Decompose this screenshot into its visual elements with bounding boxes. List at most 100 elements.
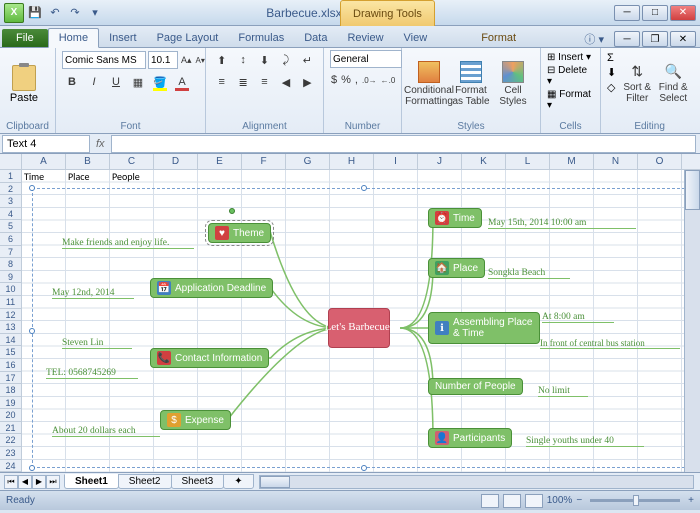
qat-customize-icon[interactable]: ▾ bbox=[86, 4, 104, 22]
minimize-button[interactable]: ─ bbox=[614, 5, 640, 21]
annot-place[interactable]: Songkla Beach bbox=[488, 268, 570, 278]
percent-icon[interactable]: % bbox=[340, 70, 352, 90]
tab-page-layout[interactable]: Page Layout bbox=[147, 29, 229, 47]
sheet-nav-first[interactable]: ⏮ bbox=[4, 475, 18, 489]
comma-icon[interactable]: , bbox=[354, 70, 359, 90]
cells-delete-button[interactable]: ⊟ Delete ▾ bbox=[547, 65, 594, 87]
tab-format[interactable]: Format bbox=[471, 29, 526, 47]
node-assembling[interactable]: ℹAssembling Place & Time bbox=[428, 312, 540, 344]
node-deadline[interactable]: 📅Application Deadline bbox=[150, 278, 273, 298]
node-contact[interactable]: 📞Contact Information bbox=[150, 348, 269, 368]
sheet-nav-last[interactable]: ⏭ bbox=[46, 475, 60, 489]
fill-button[interactable]: ⬇ bbox=[607, 66, 616, 79]
close-button[interactable]: ✕ bbox=[670, 5, 696, 21]
align-right-icon[interactable]: ≡ bbox=[255, 72, 274, 92]
col-header[interactable]: O bbox=[638, 154, 682, 169]
tab-home[interactable]: Home bbox=[48, 28, 99, 48]
col-header[interactable]: J bbox=[418, 154, 462, 169]
decrease-indent-icon[interactable]: ◀ bbox=[276, 72, 295, 92]
underline-button[interactable]: U bbox=[106, 72, 126, 92]
annot-contact-name[interactable]: Steven Lin bbox=[62, 338, 132, 348]
align-left-icon[interactable]: ≡ bbox=[212, 72, 231, 92]
formula-input[interactable] bbox=[111, 135, 696, 153]
sheet-tab-3[interactable]: Sheet3 bbox=[171, 474, 225, 489]
node-theme[interactable]: ♥Theme bbox=[208, 223, 271, 243]
zoom-thumb[interactable] bbox=[633, 495, 639, 506]
vscroll-thumb[interactable] bbox=[685, 170, 700, 210]
increase-decimal-icon[interactable]: .0→ bbox=[361, 70, 378, 90]
annot-time[interactable]: May 15th, 2014 10:00 am bbox=[488, 218, 636, 228]
col-header[interactable]: D bbox=[154, 154, 198, 169]
resize-handle[interactable] bbox=[361, 185, 367, 191]
annot-people[interactable]: No limit bbox=[538, 386, 588, 396]
find-select-button[interactable]: 🔍Find & Select bbox=[654, 50, 692, 118]
sheet-tab-2[interactable]: Sheet2 bbox=[118, 474, 172, 489]
view-page-layout-icon[interactable] bbox=[503, 494, 521, 508]
resize-handle[interactable] bbox=[29, 465, 35, 471]
zoom-out-button[interactable]: − bbox=[576, 495, 582, 506]
fx-icon[interactable]: fx bbox=[90, 138, 111, 150]
col-header[interactable]: I bbox=[374, 154, 418, 169]
sort-filter-button[interactable]: ⇅Sort & Filter bbox=[620, 50, 654, 118]
cell-c1[interactable]: People bbox=[112, 170, 140, 183]
tab-review[interactable]: Review bbox=[337, 29, 393, 47]
col-header[interactable]: A bbox=[22, 154, 66, 169]
annot-assem-time[interactable]: At 8:00 am bbox=[542, 312, 614, 322]
conditional-formatting-button[interactable]: Conditional Formatting bbox=[408, 50, 450, 118]
resize-handle[interactable] bbox=[29, 328, 35, 334]
increase-indent-icon[interactable]: ▶ bbox=[298, 72, 317, 92]
cell-area[interactable]: Time Place People bbox=[22, 170, 700, 472]
font-family-select[interactable] bbox=[62, 51, 146, 69]
col-header[interactable]: H bbox=[330, 154, 374, 169]
annot-participants[interactable]: Single youths under 40 bbox=[526, 436, 644, 446]
fill-color-button[interactable]: 🪣 bbox=[150, 72, 170, 92]
new-sheet-button[interactable]: ✦ bbox=[223, 474, 253, 489]
workbook-restore[interactable]: ❐ bbox=[642, 31, 668, 47]
hscroll-thumb[interactable] bbox=[260, 476, 290, 488]
tab-data[interactable]: Data bbox=[294, 29, 337, 47]
grow-font-icon[interactable]: A▴ bbox=[180, 50, 193, 70]
excel-icon[interactable]: X bbox=[4, 3, 24, 23]
sheet-nav-prev[interactable]: ◀ bbox=[18, 475, 32, 489]
node-time[interactable]: ⏰Time bbox=[428, 208, 482, 228]
node-people[interactable]: Number of People bbox=[428, 378, 523, 395]
col-header[interactable]: B bbox=[66, 154, 110, 169]
annot-assem-place[interactable]: In front of central bus station bbox=[540, 338, 680, 348]
paste-button[interactable]: Paste bbox=[6, 50, 42, 118]
clear-button[interactable]: ◇ bbox=[607, 81, 616, 94]
node-expense[interactable]: $Expense bbox=[160, 410, 231, 430]
col-header[interactable]: L bbox=[506, 154, 550, 169]
rotate-handle[interactable] bbox=[229, 208, 235, 214]
row-header[interactable]: 1 bbox=[0, 170, 21, 183]
cells-insert-button[interactable]: ⊞ Insert ▾ bbox=[547, 52, 594, 63]
annot-expense[interactable]: About 20 dollars each bbox=[52, 426, 160, 436]
sheet-nav-next[interactable]: ▶ bbox=[32, 475, 46, 489]
autosum-button[interactable]: Σ bbox=[607, 52, 616, 64]
maximize-button[interactable]: □ bbox=[642, 5, 668, 21]
tab-formulas[interactable]: Formulas bbox=[228, 29, 294, 47]
cell-styles-button[interactable]: Cell Styles bbox=[492, 50, 534, 118]
tab-insert[interactable]: Insert bbox=[99, 29, 147, 47]
node-participants[interactable]: 👤Participants bbox=[428, 428, 512, 448]
drawing-canvas[interactable]: Let's Barbecue! ♥Theme Make friends and … bbox=[32, 188, 690, 468]
node-center[interactable]: Let's Barbecue! bbox=[328, 308, 390, 348]
italic-button[interactable]: I bbox=[84, 72, 104, 92]
undo-icon[interactable]: ↶ bbox=[46, 4, 64, 22]
annot-contact-tel[interactable]: TEL: 0568745269 bbox=[46, 368, 138, 378]
font-size-select[interactable] bbox=[148, 51, 178, 69]
save-icon[interactable]: 💾 bbox=[26, 4, 44, 22]
zoom-level[interactable]: 100% bbox=[547, 495, 573, 506]
number-format-select[interactable] bbox=[330, 50, 402, 68]
view-normal-icon[interactable] bbox=[481, 494, 499, 508]
zoom-slider[interactable] bbox=[590, 499, 680, 502]
sheet-tab-1[interactable]: Sheet1 bbox=[64, 474, 119, 489]
horizontal-scrollbar[interactable] bbox=[259, 475, 694, 489]
col-header[interactable]: G bbox=[286, 154, 330, 169]
node-place[interactable]: 🏠Place bbox=[428, 258, 485, 278]
col-header[interactable]: N bbox=[594, 154, 638, 169]
col-header[interactable]: C bbox=[110, 154, 154, 169]
align-center-icon[interactable]: ≣ bbox=[233, 72, 252, 92]
view-page-break-icon[interactable] bbox=[525, 494, 543, 508]
font-color-button[interactable]: A bbox=[172, 72, 192, 92]
resize-handle[interactable] bbox=[29, 185, 35, 191]
